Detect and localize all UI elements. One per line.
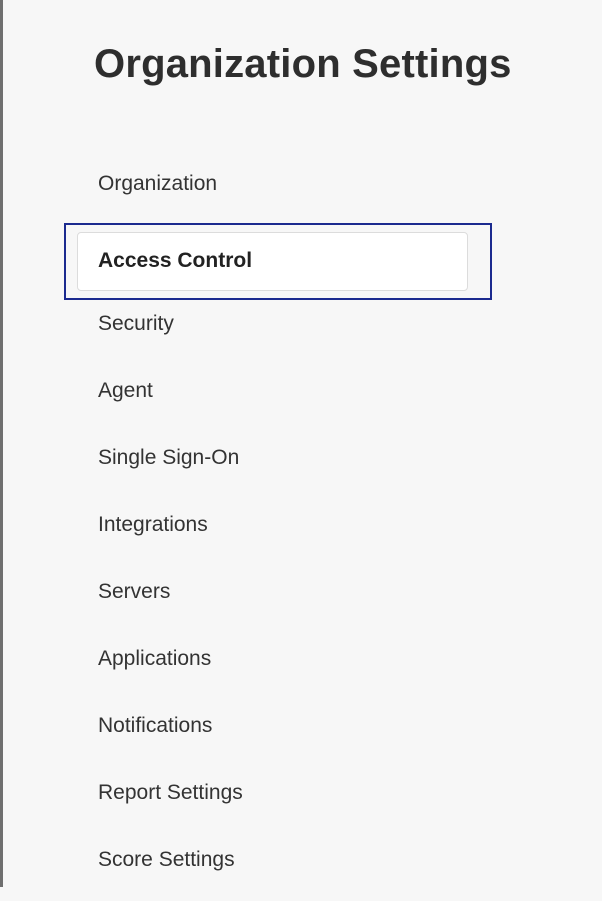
sidebar-item-access-control[interactable]: Access Control (64, 223, 492, 300)
sidebar-item-label: Security (98, 312, 174, 335)
sidebar-item-label: Access Control (98, 249, 253, 272)
sidebar-item-label: Organization (98, 172, 218, 195)
sidebar-item-label: Integrations (98, 513, 208, 536)
sidebar-item-agent[interactable]: Agent (66, 365, 546, 432)
sidebar-item-score-settings[interactable]: Score Settings (66, 834, 546, 901)
sidebar-item-label: Agent (98, 379, 153, 402)
sidebar-item-integrations[interactable]: Integrations (66, 499, 546, 566)
sidebar-item-servers[interactable]: Servers (66, 566, 546, 633)
page-title: Organization Settings (94, 42, 512, 86)
sidebar-item-report-settings[interactable]: Report Settings (66, 767, 546, 834)
sidebar-item-applications[interactable]: Applications (66, 633, 546, 700)
sidebar-item-security[interactable]: Security (66, 298, 546, 365)
settings-sidebar-nav: Organization Access Control Security Age… (64, 158, 546, 901)
sidebar-item-notifications[interactable]: Notifications (66, 700, 546, 767)
sidebar-item-label: Score Settings (98, 848, 235, 871)
sidebar-item-single-sign-on[interactable]: Single Sign-On (66, 432, 546, 499)
sidebar-item-organization[interactable]: Organization (66, 158, 546, 225)
sidebar-item-label: Applications (98, 647, 212, 670)
sidebar-item-label: Single Sign-On (98, 446, 240, 469)
left-border-divider (0, 0, 3, 887)
sidebar-item-label: Notifications (98, 714, 213, 737)
sidebar-item-label: Report Settings (98, 781, 243, 804)
sidebar-item-label: Servers (98, 580, 171, 603)
